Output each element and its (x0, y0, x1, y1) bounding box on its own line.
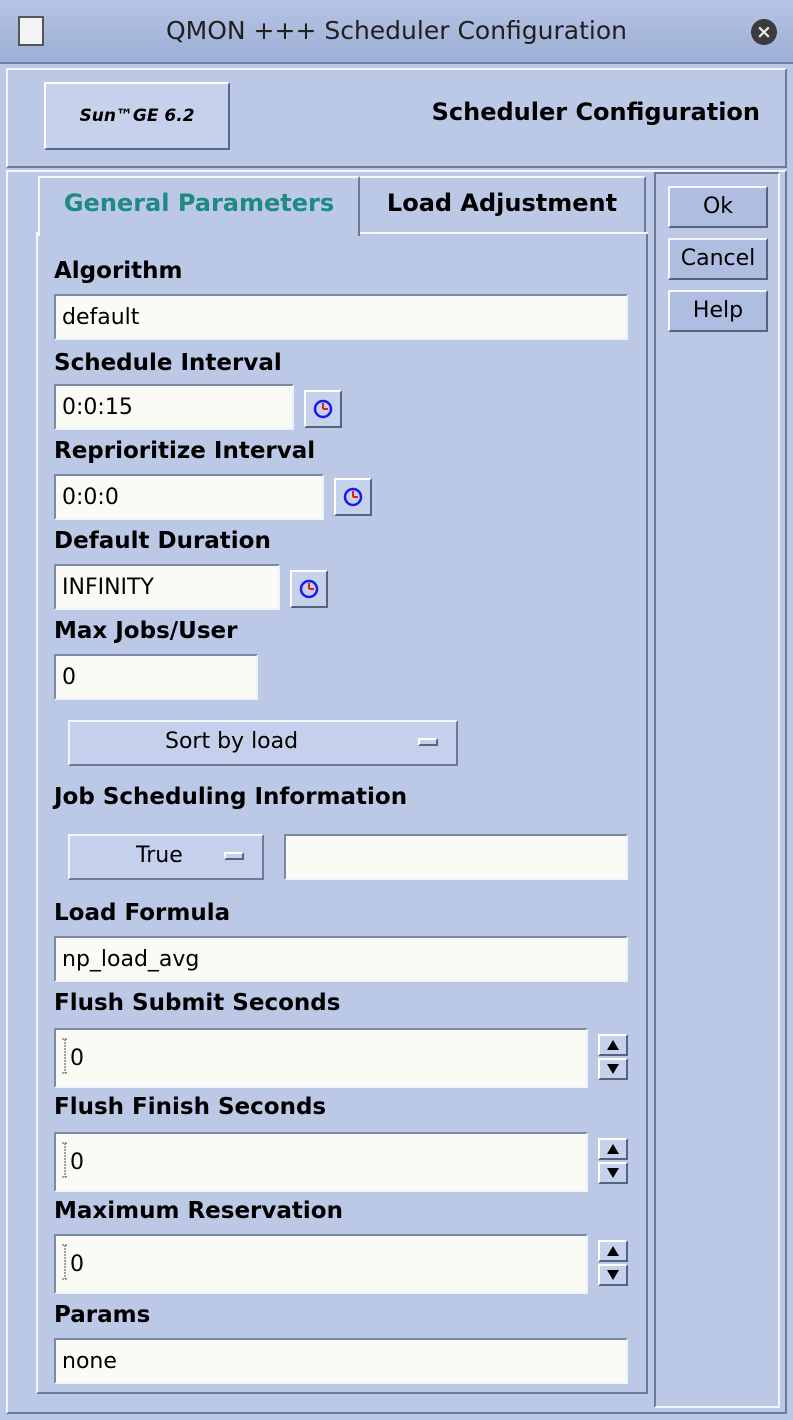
clock-icon (299, 579, 319, 599)
sort-option-menu[interactable]: Sort by load (68, 720, 458, 766)
flush-submit-seconds-label: Flush Submit Seconds (54, 990, 341, 1016)
tab-load-adjustment[interactable]: Load Adjustment (360, 176, 646, 232)
tab-general-parameters[interactable]: General Parameters (38, 176, 360, 236)
job-scheduling-info-menu-value: True (136, 843, 183, 868)
load-formula-input[interactable]: np_load_avg (54, 936, 628, 982)
schedule-interval-clock-button[interactable] (304, 390, 342, 428)
default-duration-clock-button[interactable] (290, 570, 328, 608)
default-duration-input[interactable]: INFINITY (54, 564, 280, 610)
maximum-reservation-label: Maximum Reservation (54, 1198, 343, 1224)
ok-button[interactable]: Ok (668, 186, 768, 228)
close-icon[interactable]: × (751, 19, 777, 45)
arrow-down-icon (607, 1168, 619, 1178)
default-duration-label: Default Duration (54, 528, 271, 554)
flush-finish-seconds-value: 0 (70, 1149, 84, 1175)
flush-finish-spin-up[interactable] (598, 1138, 628, 1160)
sort-option-value: Sort by load (165, 729, 299, 754)
flush-submit-spin-up[interactable] (598, 1034, 628, 1056)
arrow-down-icon (607, 1270, 619, 1280)
tab-panel-border (360, 232, 648, 234)
schedule-interval-input[interactable]: 0:0:15 (54, 384, 294, 430)
window-title: QMON +++ Scheduler Configuration (165, 16, 627, 45)
max-jobs-user-label: Max Jobs/User (54, 618, 238, 644)
algorithm-label: Algorithm (54, 258, 183, 284)
text-cursor-icon (62, 1038, 68, 1074)
help-button[interactable]: Help (668, 290, 768, 332)
reprioritize-interval-input[interactable]: 0:0:0 (54, 474, 324, 520)
text-cursor-icon (62, 1244, 68, 1280)
job-scheduling-info-input[interactable] (284, 834, 628, 880)
flush-submit-seconds-input[interactable]: 0 (54, 1028, 588, 1088)
params-label: Params (54, 1302, 151, 1328)
clock-icon (313, 399, 333, 419)
text-cursor-icon (62, 1142, 68, 1178)
flush-finish-seconds-input[interactable]: 0 (54, 1132, 588, 1192)
option-menu-indicator-icon (224, 852, 244, 860)
flush-submit-spin-down[interactable] (598, 1058, 628, 1080)
maximum-reservation-value: 0 (70, 1251, 84, 1277)
reprioritize-interval-label: Reprioritize Interval (54, 438, 316, 464)
flush-submit-seconds-value: 0 (70, 1045, 84, 1071)
flush-finish-spin-down[interactable] (598, 1162, 628, 1184)
arrow-up-icon (607, 1246, 619, 1256)
clock-icon (343, 487, 363, 507)
logo-button[interactable]: Sun™GE 6.2 (44, 82, 230, 150)
job-scheduling-info-label: Job Scheduling Information (54, 784, 408, 810)
load-formula-label: Load Formula (54, 900, 231, 926)
arrow-down-icon (607, 1064, 619, 1074)
button-column (654, 172, 780, 1408)
maximum-reservation-spin-up[interactable] (598, 1240, 628, 1262)
params-input[interactable]: none (54, 1338, 628, 1384)
maximum-reservation-spin-down[interactable] (598, 1264, 628, 1286)
algorithm-input[interactable]: default (54, 294, 628, 340)
maximum-reservation-input[interactable]: 0 (54, 1234, 588, 1294)
arrow-up-icon (607, 1040, 619, 1050)
job-scheduling-info-menu[interactable]: True (68, 834, 264, 880)
schedule-interval-label: Schedule Interval (54, 350, 282, 376)
cancel-button[interactable]: Cancel (668, 238, 768, 280)
option-menu-indicator-icon (418, 738, 438, 746)
page-title: Scheduler Configuration (431, 98, 760, 126)
arrow-up-icon (607, 1144, 619, 1154)
max-jobs-user-input[interactable]: 0 (54, 654, 258, 700)
flush-finish-seconds-label: Flush Finish Seconds (54, 1094, 327, 1120)
reprioritize-interval-clock-button[interactable] (334, 478, 372, 516)
